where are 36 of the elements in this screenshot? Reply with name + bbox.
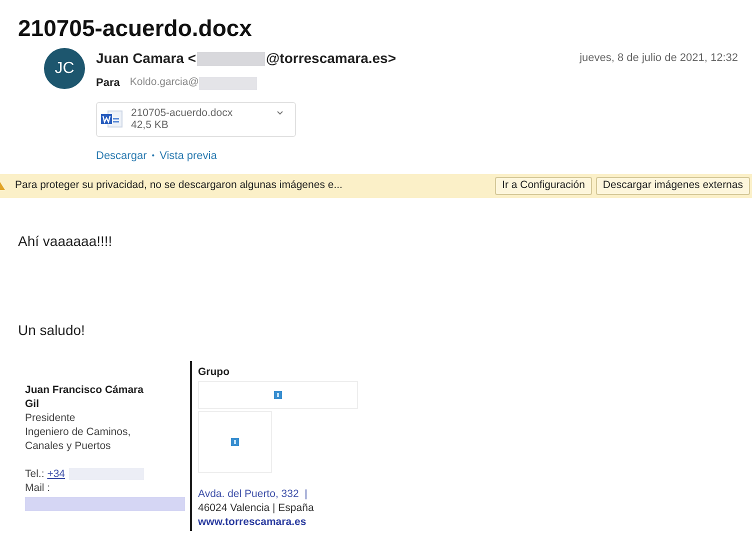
redacted-block	[197, 52, 265, 66]
banner-button[interactable]: Descargar imágenes externas	[596, 177, 750, 195]
signature-text: Presidente	[25, 411, 76, 425]
email-subject: 210705-acuerdo.docx	[17, 14, 253, 42]
email-date: jueves, 8 de julio de 2021, 12:32	[580, 51, 738, 66]
attachment-name: 210705-acuerdo.docx	[131, 107, 233, 119]
signature-text: Canales y Puertos	[25, 439, 112, 453]
recipient-label: Para	[96, 76, 120, 91]
missing-image-icon	[274, 391, 282, 399]
banner-button[interactable]: Ir a Configuración	[495, 177, 592, 195]
attachment-size: 42,5 KB	[131, 119, 170, 131]
group-label: Grupo	[198, 365, 230, 379]
phone-label: Tel.:	[25, 467, 46, 481]
message-text: Un saludo!	[17, 321, 86, 340]
address-text: Avda. del Puerto, 332 |	[198, 487, 308, 501]
attachment-link[interactable]: Descargar	[96, 148, 147, 164]
signature-name: Juan Francisco Cámara Gil	[25, 383, 144, 411]
banner-message: Para proteger su privacidad, no se descargaron algunas imágenes e...	[15, 178, 342, 194]
sender-email: @torrescamara.es>	[266, 49, 396, 68]
attachment-card[interactable]: 210705-acuerdo.docx 42,5 KB	[96, 102, 296, 136]
mail-label: Mail :	[25, 481, 52, 495]
warning-icon	[0, 181, 6, 191]
address-text: 46024 Valencia | España	[198, 501, 315, 515]
website-link[interactable]: www.torrescamara.es	[198, 515, 358, 529]
redacted-block	[198, 76, 257, 90]
separator-dot: •	[152, 150, 155, 162]
message-text: Ahí vaaaaaa!!!!	[17, 232, 114, 251]
attachment-link[interactable]: Vista previa	[160, 148, 217, 164]
phone-link[interactable]: +34	[47, 467, 65, 481]
recipient-address: Koldo.garcia@	[130, 75, 199, 90]
signature-text: Ingeniero de Caminos,	[25, 425, 132, 439]
sender-avatar: JC	[44, 48, 85, 89]
chevron-down-icon	[277, 110, 283, 114]
word-document-icon	[101, 110, 123, 128]
sender-name: Juan Camara <	[96, 49, 196, 68]
missing-image-icon	[231, 438, 239, 446]
